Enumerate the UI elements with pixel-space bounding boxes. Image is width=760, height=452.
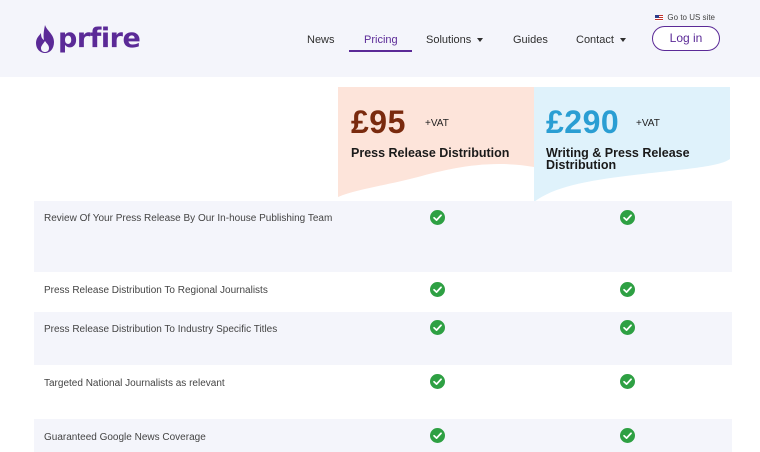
check-icon	[430, 374, 445, 389]
table-row: Review Of Your Press Release By Our In-h…	[34, 201, 732, 272]
us-site-link-label: Go to US site	[667, 13, 715, 22]
check-icon	[620, 320, 635, 335]
check-icon	[430, 210, 445, 225]
chevron-down-icon	[619, 38, 626, 43]
plan-card-writing: £290 +VAT Writing & Press Release Distri…	[534, 87, 730, 202]
table-row: Guaranteed Google News Coverage	[34, 419, 732, 452]
table-row: Press Release Distribution To Industry S…	[34, 312, 732, 365]
us-flag-icon	[655, 14, 664, 21]
nav-guides[interactable]: Guides	[513, 33, 548, 47]
feature-label: Guaranteed Google News Coverage	[44, 432, 206, 443]
check-icon	[620, 428, 635, 443]
check-icon	[620, 210, 635, 225]
plan-price: £290	[546, 104, 620, 140]
plan-name: Writing & Press Release Distribution	[546, 146, 690, 172]
check-icon	[620, 282, 635, 297]
feature-label: Press Release Distribution To Regional J…	[44, 285, 268, 296]
plan-vat: +VAT	[636, 118, 660, 129]
feature-label: Targeted National Journalists as relevan…	[44, 378, 225, 389]
check-icon	[430, 320, 445, 335]
nav-solutions[interactable]: Solutions	[426, 33, 484, 47]
plan-vat: +VAT	[425, 118, 449, 129]
site-header: prfire Go to US site News Pricing Soluti…	[0, 0, 760, 77]
feature-label: Press Release Distribution To Industry S…	[44, 324, 278, 335]
table-row: Press Release Distribution To Regional J…	[34, 272, 732, 312]
table-row: Targeted National Journalists as relevan…	[34, 365, 732, 419]
check-icon	[620, 374, 635, 389]
nav-contact-label: Contact	[576, 34, 614, 46]
nav-solutions-label: Solutions	[426, 34, 472, 46]
check-icon	[430, 428, 445, 443]
plan-name: Press Release Distribution	[351, 146, 510, 160]
feature-label: Review Of Your Press Release By Our In-h…	[44, 213, 333, 224]
chevron-down-icon	[477, 38, 484, 43]
nav-active-indicator	[349, 50, 412, 52]
nav-contact[interactable]: Contact	[576, 33, 626, 47]
us-site-link[interactable]: Go to US site	[655, 13, 715, 22]
nav-news[interactable]: News	[307, 33, 335, 47]
check-icon	[430, 282, 445, 297]
plan-card-basic: £95 +VAT Press Release Distribution	[338, 87, 534, 202]
plan-price: £95	[351, 104, 406, 140]
login-button[interactable]: Log in	[652, 26, 720, 51]
nav-pricing[interactable]: Pricing	[364, 33, 398, 47]
